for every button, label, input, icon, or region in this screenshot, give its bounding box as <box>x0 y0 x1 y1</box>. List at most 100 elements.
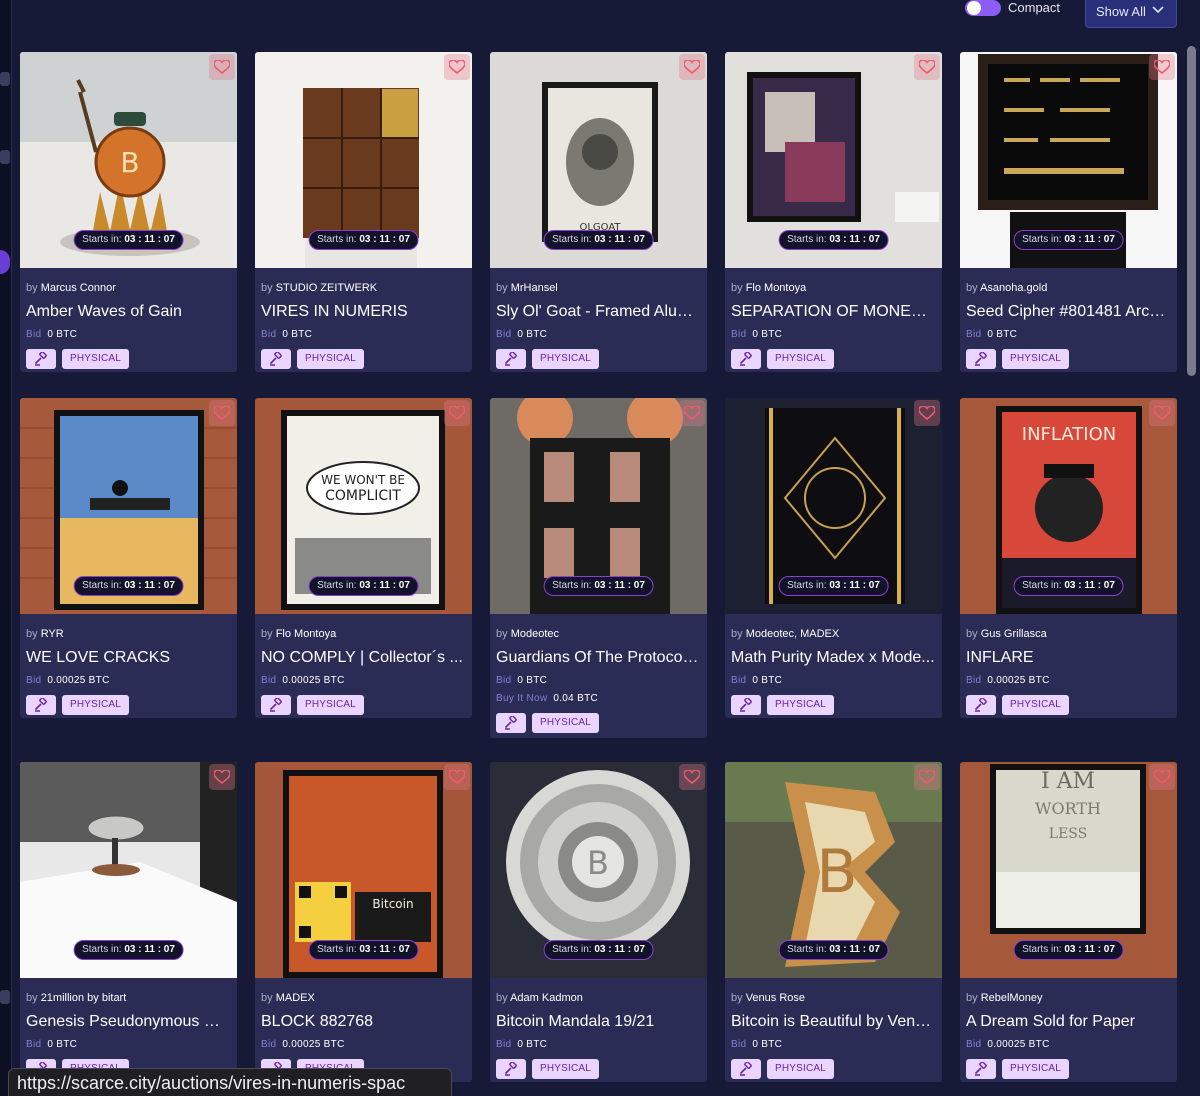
artist-name[interactable]: Modeotec <box>511 628 559 640</box>
auction-card[interactable]: Starts in: 03 : 11 : 07 by Modeotec, MAD… <box>725 398 942 718</box>
artwork-image[interactable]: WE WON'T BE COMPLICIT Starts in: 03 : 11 … <box>255 398 472 614</box>
compact-toggle[interactable] <box>965 0 1001 16</box>
price-row: Bid 0 BTC <box>731 329 936 343</box>
artwork-title[interactable]: Bitcoin is Beautiful by Venu... <box>731 1013 936 1035</box>
artist-name[interactable]: Adam Kadmon <box>510 992 583 1004</box>
artist-name[interactable]: Venus Rose <box>746 992 805 1004</box>
heart-icon[interactable] <box>914 764 940 790</box>
status-url: https://scarce.city/auctions/vires-in-nu… <box>8 1068 452 1096</box>
heart-icon[interactable] <box>679 400 705 426</box>
auction-card[interactable]: Starts in: 03 : 11 : 07 by 21million by … <box>20 762 237 1082</box>
artwork-image[interactable]: Starts in: 03 : 11 : 07 <box>20 398 237 614</box>
auction-card[interactable]: B Starts in: 03 : 11 : 07 by Venus Rose … <box>725 762 942 1082</box>
heart-icon[interactable] <box>1149 54 1175 80</box>
auction-card[interactable]: INFLATION Starts in: 03 : 11 : 07 by Gus… <box>960 398 1177 718</box>
artist-name[interactable]: MrHansel <box>511 282 558 294</box>
heart-icon[interactable] <box>914 54 940 80</box>
heart-icon[interactable] <box>209 764 235 790</box>
svg-text:B: B <box>587 844 609 882</box>
artwork-image[interactable]: Starts in: 03 : 11 : 07 <box>725 398 942 614</box>
artist-name[interactable]: Marcus Connor <box>41 282 116 294</box>
artist-name[interactable]: Flo Montoya <box>276 628 337 640</box>
artwork-image[interactable]: Starts in: 03 : 11 : 07 <box>725 52 942 268</box>
artist-name[interactable]: Gus Grillasca <box>981 628 1047 640</box>
heart-icon[interactable] <box>444 400 470 426</box>
auction-card[interactable]: WE WON'T BE COMPLICIT Starts in: 03 : 11 … <box>255 398 472 718</box>
auction-hammer-icon <box>731 695 761 715</box>
price-label: Bid <box>261 675 277 686</box>
artwork-title[interactable]: SEPARATION OF MONEY ... <box>731 303 936 325</box>
countdown-badge: Starts in: 03 : 11 : 07 <box>73 940 184 960</box>
heart-icon[interactable] <box>679 764 705 790</box>
artwork-title[interactable]: INFLARE <box>966 649 1171 671</box>
artist-name[interactable]: Asanoha.gold <box>980 282 1047 294</box>
artwork-title[interactable]: Amber Waves of Gain <box>26 303 231 325</box>
heart-icon[interactable] <box>209 400 235 426</box>
sidebar-glyph[interactable] <box>0 72 10 86</box>
artwork-image[interactable]: B Starts in: 03 : 11 : 07 <box>725 762 942 978</box>
auction-card[interactable]: B Starts in: 03 : 11 : 07 by Marcus Conn… <box>20 52 237 372</box>
artwork-title[interactable]: A Dream Sold for Paper <box>966 1013 1171 1035</box>
artist-name[interactable]: Modeotec, MADEX <box>746 628 840 640</box>
heart-icon[interactable] <box>1149 764 1175 790</box>
artist-name[interactable]: 21million by bitart <box>41 992 127 1004</box>
artwork-title[interactable]: Sly Ol' Goat - Framed Alumi... <box>496 303 701 325</box>
card-meta: by Flo Montoya SEPARATION OF MONEY ... B… <box>731 282 936 369</box>
artwork-title[interactable]: Guardians Of The Protocol ... <box>496 649 701 671</box>
heart-icon[interactable] <box>914 400 940 426</box>
scrollbar-track[interactable] <box>1182 0 1200 1096</box>
artwork-image[interactable]: Starts in: 03 : 11 : 07 <box>20 762 237 978</box>
artwork-image[interactable]: INFLATION Starts in: 03 : 11 : 07 <box>960 398 1177 614</box>
auction-card[interactable]: OLGOAT Starts in: 03 : 11 : 07 by MrHans… <box>490 52 707 372</box>
artwork-image[interactable]: B Starts in: 03 : 11 : 07 <box>490 762 707 978</box>
svg-text:I AM: I AM <box>1041 769 1095 794</box>
artist-name[interactable]: Flo Montoya <box>746 282 807 294</box>
artwork-title[interactable]: VIRES IN NUMERIS <box>261 303 466 325</box>
price-label: Bid <box>496 675 512 686</box>
svg-text:COMPLICIT: COMPLICIT <box>325 488 401 504</box>
settings-glyph[interactable] <box>0 990 10 1004</box>
artwork-image[interactable]: B Starts in: 03 : 11 : 07 <box>20 52 237 268</box>
artwork-title[interactable]: Bitcoin Mandala 19/21 <box>496 1013 701 1035</box>
countdown-label: Starts in: <box>317 580 357 591</box>
artist-name[interactable]: RYR <box>41 628 64 640</box>
auction-hammer-icon <box>966 349 996 369</box>
countdown-value: 03 : 11 : 07 <box>829 944 880 955</box>
artwork-title[interactable]: Seed Cipher #801481 Archi... <box>966 303 1171 325</box>
auction-hammer-icon <box>261 349 291 369</box>
scrollbar-thumb[interactable] <box>1187 46 1196 376</box>
auction-card[interactable]: Starts in: 03 : 11 : 07 by Flo Montoya S… <box>725 52 942 372</box>
artwork-image[interactable]: Starts in: 03 : 11 : 07 <box>490 398 707 614</box>
artist-name[interactable]: MADEX <box>276 992 315 1004</box>
artwork-title[interactable]: BLOCK 882768 <box>261 1013 466 1035</box>
artwork-title[interactable]: WE LOVE CRACKS <box>26 649 231 671</box>
auction-card[interactable]: Starts in: 03 : 11 : 07 by Asanoha.gold … <box>960 52 1177 372</box>
heart-icon[interactable] <box>209 54 235 80</box>
auction-card[interactable]: Bitcoin Starts in: 03 : 11 : 07 by MADEX… <box>255 762 472 1082</box>
heart-icon[interactable] <box>444 54 470 80</box>
artwork-image[interactable]: Starts in: 03 : 11 : 07 <box>255 52 472 268</box>
sidebar-glyph[interactable] <box>0 150 10 164</box>
artwork-image[interactable]: I AM WORTH LESS Starts in: 03 : 11 : 07 <box>960 762 1177 978</box>
auction-card[interactable]: Starts in: 03 : 11 : 07 by RYR WE LOVE C… <box>20 398 237 718</box>
physical-badge: PHYSICAL <box>62 349 130 369</box>
artwork-title[interactable]: Math Purity Madex x Mode... <box>731 649 936 671</box>
heart-icon[interactable] <box>1149 400 1175 426</box>
artwork-title[interactable]: Genesis Pseudonymous Go... <box>26 1013 231 1035</box>
byline: by Modeotec <box>496 628 559 640</box>
artwork-title[interactable]: NO COMPLY | Collector´s ... <box>261 649 466 671</box>
svg-text:INFLATION: INFLATION <box>1022 424 1116 445</box>
show-all-dropdown[interactable]: Show All <box>1085 0 1177 28</box>
heart-icon[interactable] <box>679 54 705 80</box>
artist-name[interactable]: STUDIO ZEITWERK <box>276 282 377 294</box>
auction-card[interactable]: Starts in: 03 : 11 : 07 by Modeotec Guar… <box>490 398 707 738</box>
auction-card[interactable]: B Starts in: 03 : 11 : 07 by Adam Kadmon… <box>490 762 707 1082</box>
sidebar-active-indicator[interactable] <box>0 250 10 274</box>
heart-icon[interactable] <box>444 764 470 790</box>
artwork-image[interactable]: Starts in: 03 : 11 : 07 <box>960 52 1177 268</box>
artwork-image[interactable]: OLGOAT Starts in: 03 : 11 : 07 <box>490 52 707 268</box>
artist-name[interactable]: RebelMoney <box>981 992 1043 1004</box>
auction-card[interactable]: Starts in: 03 : 11 : 07 by STUDIO ZEITWE… <box>255 52 472 372</box>
artwork-image[interactable]: Bitcoin Starts in: 03 : 11 : 07 <box>255 762 472 978</box>
auction-card[interactable]: I AM WORTH LESS Starts in: 03 : 11 : 07 by… <box>960 762 1177 1082</box>
